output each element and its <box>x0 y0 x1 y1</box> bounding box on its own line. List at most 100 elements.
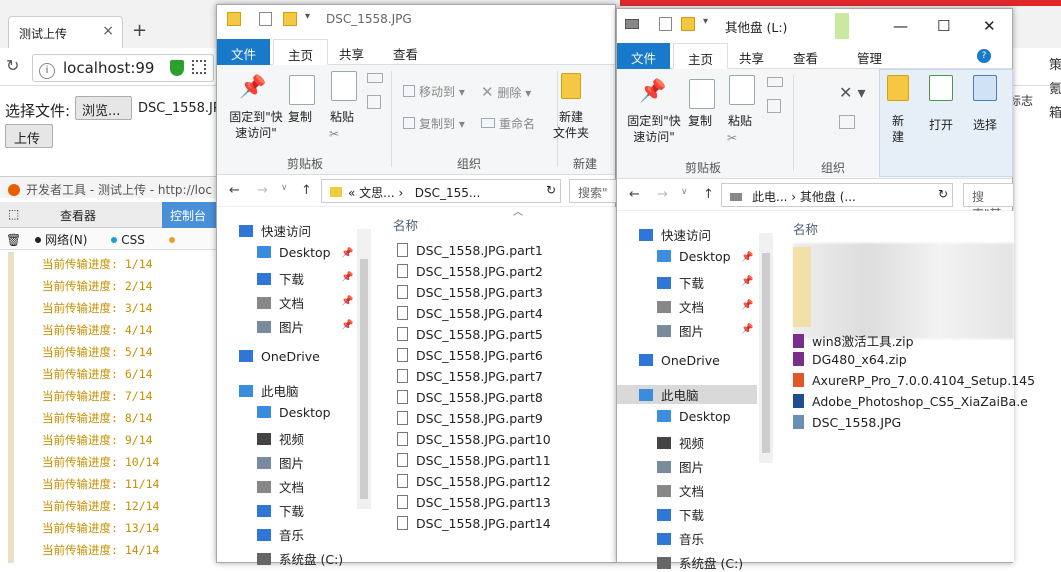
nav-item-desktop[interactable]: Desktop <box>657 249 731 264</box>
open-button[interactable]: 打开 <box>923 117 959 133</box>
forward-arrow-icon[interactable]: → <box>257 183 268 198</box>
new-folder-icon[interactable] <box>681 17 695 31</box>
select-button[interactable]: 选择 <box>967 117 1003 133</box>
close-icon[interactable]: × <box>102 23 114 39</box>
nav-item-desktop[interactable]: Desktop <box>257 245 331 260</box>
nav-item-pc-pics[interactable]: 图片 <box>657 457 704 476</box>
file-item[interactable]: DSC_1558.JPG.part6 <box>397 348 543 363</box>
select-icon[interactable] <box>973 75 997 101</box>
nav-item-pc-downloads[interactable]: 下载 <box>257 501 304 520</box>
trash-icon[interactable]: 🗑 <box>6 233 21 247</box>
nav-item-videos[interactable]: 视频 <box>657 433 704 452</box>
tab-share[interactable]: 共享 <box>725 43 778 69</box>
info-icon[interactable]: i <box>39 63 55 79</box>
minimize-icon[interactable]: — <box>893 17 908 35</box>
new-tab-button[interactable]: + <box>132 20 147 41</box>
scrollbar-thumb[interactable] <box>762 253 770 453</box>
up-arrow-icon[interactable]: ↑ <box>703 187 714 202</box>
nav-item-thispc[interactable]: 此电脑 <box>617 385 757 404</box>
reload-icon[interactable]: ↻ <box>6 56 28 78</box>
path-box[interactable]: 此电... › 其他盘 (... ↻ <box>721 183 953 207</box>
copy-to-button[interactable]: 复制到 ▾ <box>403 115 465 132</box>
chevron-down-icon[interactable]: ▾ <box>305 11 310 22</box>
tab-console[interactable]: 控制台 <box>162 202 220 228</box>
tab-share[interactable]: 共享 <box>325 39 378 65</box>
help-icon[interactable]: ? <box>977 49 991 63</box>
file-item[interactable]: DSC_1558.JPG.part4 <box>397 306 543 321</box>
browse-button[interactable]: 浏览... <box>75 96 132 120</box>
maximize-icon[interactable]: ☐ <box>937 17 950 35</box>
nav-item-pc-pics[interactable]: 图片 <box>257 453 304 472</box>
tab-home[interactable]: 主页 <box>273 39 329 65</box>
new-item-icon[interactable] <box>887 75 909 101</box>
browser-tab[interactable]: 测试上传 × <box>8 16 123 48</box>
nav-item-music[interactable]: 音乐 <box>257 525 304 544</box>
paste-button[interactable]: 粘贴 <box>325 109 359 125</box>
nav-item-quick[interactable]: 快速访问 <box>639 225 711 244</box>
nav-scrollbar[interactable] <box>759 233 773 463</box>
file-item[interactable]: DSC_1558.JPG.part10 <box>397 432 551 447</box>
nav-item-sysdisk[interactable]: 系统盘 (C:) <box>257 549 343 568</box>
filter-network[interactable]: 网络(N) <box>35 233 97 247</box>
open-icon[interactable] <box>929 75 953 101</box>
new-folder-icon[interactable] <box>561 73 581 99</box>
nav-item-pc-desktop[interactable]: Desktop <box>657 409 731 424</box>
file-item[interactable]: DSC_1558.JPG.part11 <box>397 453 551 468</box>
scrollbar-thumb[interactable] <box>360 259 368 499</box>
nav-item-docs[interactable]: 文档 <box>657 297 704 316</box>
file-item[interactable]: DSC_1558.JPG.part1 <box>397 243 543 258</box>
column-header-name[interactable]: 名称 <box>393 215 418 234</box>
tab-inspector[interactable]: 查看器 <box>52 202 104 228</box>
file-item[interactable]: win8激活工具.zip <box>793 331 914 350</box>
chevron-down-icon[interactable]: ∨ <box>281 183 288 193</box>
file-item[interactable]: DG480_x64.zip <box>793 352 907 367</box>
path-box[interactable]: « 文思... › DSC_155... ↻ <box>321 179 561 203</box>
chevron-down-icon[interactable]: ∨ <box>681 187 688 197</box>
tab-home[interactable]: 主页 <box>673 43 729 69</box>
nav-item-thispc[interactable]: 此电脑 <box>239 381 299 400</box>
address-bar[interactable]: i localhost:99 <box>32 54 214 82</box>
file-item[interactable]: DSC_1558.JPG.part9 <box>397 411 543 426</box>
nav-item-pics[interactable]: 图片 <box>257 317 304 336</box>
file-item[interactable]: DSC_1558.JPG.part7 <box>397 369 543 384</box>
nav-item-pics[interactable]: 图片 <box>657 321 704 340</box>
nav-scrollbar[interactable] <box>357 229 371 509</box>
pin-icon[interactable]: 📌 <box>341 248 353 259</box>
nav-item-docs[interactable]: 文档 <box>257 293 304 312</box>
paste-icon[interactable] <box>729 75 755 105</box>
nav-item-videos[interactable]: 视频 <box>257 429 304 448</box>
close-icon[interactable]: ✕ <box>983 17 996 35</box>
pin-icon[interactable]: 📌 <box>239 75 266 105</box>
nav-item-downloads[interactable]: 下载 <box>657 273 704 292</box>
chevron-down-icon[interactable]: ▾ <box>703 16 708 27</box>
upload-button[interactable]: 上传 <box>5 124 53 148</box>
nav-item-pc-docs[interactable]: 文档 <box>257 477 304 496</box>
pin-icon[interactable]: 📌 <box>741 324 753 335</box>
nav-item-music[interactable]: 音乐 <box>657 529 704 548</box>
file-item[interactable]: DSC_1558.JPG.part3 <box>397 285 543 300</box>
nav-item-pc-desktop[interactable]: Desktop <box>257 405 331 420</box>
pick-element-icon[interactable]: ⬚ <box>0 202 22 228</box>
file-item[interactable]: DSC_1558.JPG.part12 <box>397 474 551 489</box>
file-item[interactable]: DSC_1558.JPG <box>793 415 901 430</box>
nav-item-onedrive[interactable]: OneDrive <box>239 349 320 364</box>
paste-button[interactable]: 粘贴 <box>723 113 757 129</box>
copy-icon[interactable] <box>689 79 715 109</box>
delete-button[interactable]: ✕ 删除 ▾ <box>481 83 531 101</box>
paste-shortcut-icon[interactable] <box>767 99 781 113</box>
tab-file[interactable]: 文件 <box>617 43 671 69</box>
pin-icon[interactable]: 📌 <box>341 296 353 307</box>
filter-more[interactable] <box>168 233 179 247</box>
tab-file[interactable]: 文件 <box>217 39 271 65</box>
properties-icon[interactable] <box>659 17 672 31</box>
nav-item-pc-docs[interactable]: 文档 <box>657 481 704 500</box>
up-arrow-icon[interactable]: ↑ <box>301 183 312 198</box>
file-item[interactable]: DSC_1558.JPG.part13 <box>397 495 551 510</box>
new-folder-icon[interactable] <box>283 12 297 26</box>
refresh-icon[interactable]: ↻ <box>546 183 556 197</box>
qr-code-icon[interactable] <box>192 60 206 74</box>
column-header-name[interactable]: 名称 <box>793 219 818 238</box>
move-to-button[interactable]: 移动到 ▾ <box>403 83 465 100</box>
file-item[interactable]: DSC_1558.JPG.part5 <box>397 327 543 342</box>
copy-path-icon[interactable] <box>367 73 383 83</box>
